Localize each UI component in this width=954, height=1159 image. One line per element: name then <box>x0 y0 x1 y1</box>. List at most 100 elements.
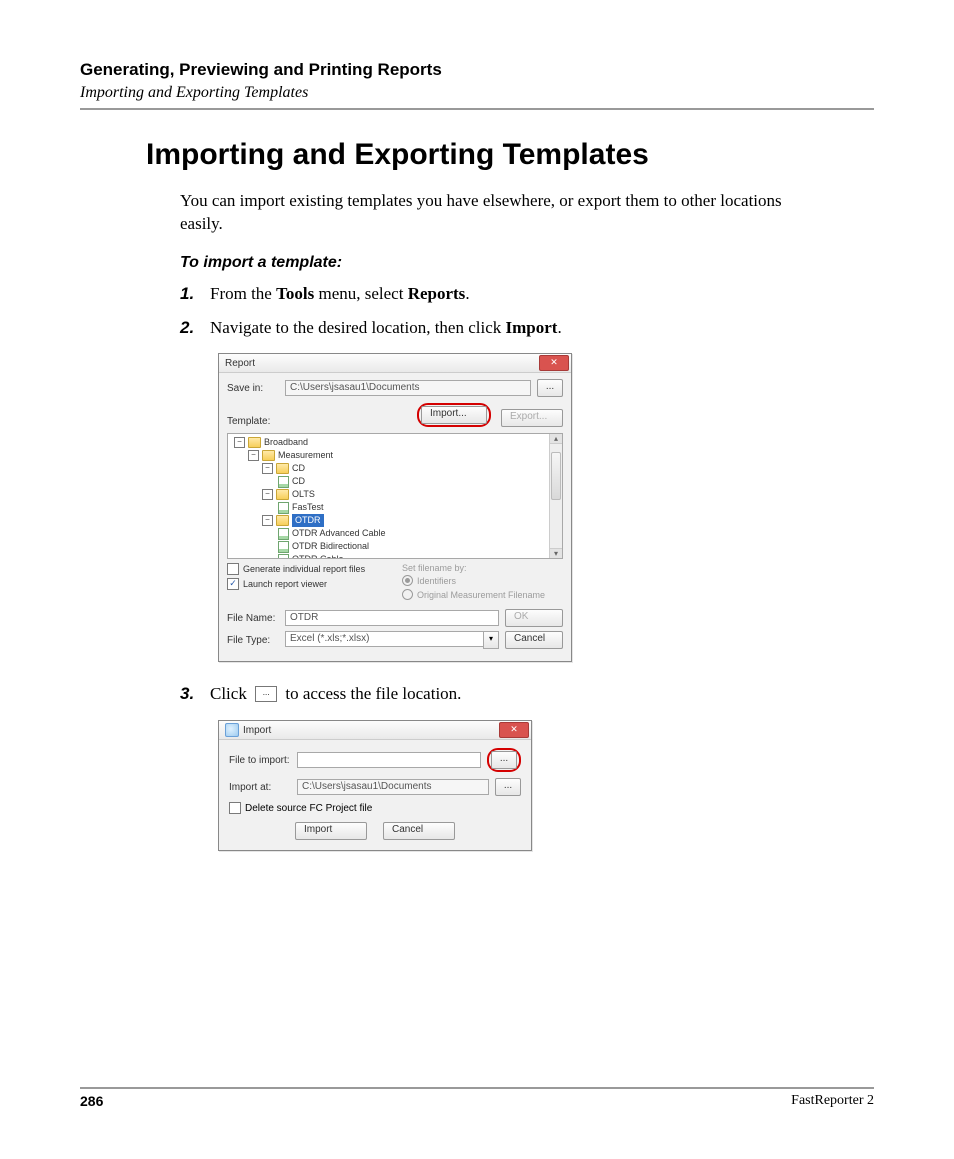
folder-icon <box>276 489 289 500</box>
file-to-import-field[interactable] <box>297 752 481 768</box>
report-icon <box>278 502 289 514</box>
chevron-down-icon[interactable]: ▾ <box>483 631 499 649</box>
delete-source-checkbox[interactable] <box>229 802 241 814</box>
file-name-field[interactable]: OTDR <box>285 610 499 626</box>
expander-icon[interactable]: − <box>262 489 273 500</box>
expander-icon[interactable]: − <box>234 437 245 448</box>
chapter-title: Generating, Previewing and Printing Repo… <box>80 60 874 80</box>
export-button[interactable]: Export... <box>501 409 563 427</box>
step2-post: . <box>557 318 561 337</box>
launch-viewer-checkbox[interactable]: ✓ <box>227 578 239 590</box>
tree-node-measurement[interactable]: Measurement <box>278 449 333 462</box>
step-number: 3. <box>180 684 210 704</box>
file-type-combo[interactable]: Excel (*.xls;*.xlsx) ▾ <box>285 631 499 649</box>
identifiers-label: Identifiers <box>417 576 456 586</box>
save-in-field[interactable]: C:\Users\jsasau1\Documents <box>285 380 531 396</box>
dialog-title: Import <box>243 725 499 736</box>
original-filename-radio[interactable] <box>402 589 413 600</box>
intro-paragraph: You can import existing templates you ha… <box>180 190 820 236</box>
report-icon <box>278 528 289 540</box>
import-button[interactable]: Import... <box>421 406 487 424</box>
footer-divider <box>80 1087 874 1089</box>
tree-leaf-fastest[interactable]: FasTest <box>292 501 324 514</box>
browse-import-at-button[interactable]: ... <box>495 778 521 796</box>
cancel-button[interactable]: Cancel <box>505 631 563 649</box>
browse-highlight-circle: ... <box>487 748 521 772</box>
generate-files-checkbox[interactable] <box>227 563 239 575</box>
file-type-label: File Type: <box>227 635 279 646</box>
product-name: FastReporter 2 <box>791 1093 874 1109</box>
set-filename-title: Set filename by: <box>402 563 563 573</box>
folder-icon <box>248 437 261 448</box>
step-3: 3. Click ... to access the file location… <box>180 682 874 706</box>
step-2: 2. Navigate to the desired location, the… <box>180 316 874 340</box>
tree-node-otdr-selected[interactable]: OTDR <box>292 514 324 527</box>
tree-leaf-otdr-bidir[interactable]: OTDR Bidirectional <box>292 540 369 553</box>
header-divider <box>80 108 874 110</box>
step3-post: to access the file location. <box>281 684 461 703</box>
identifiers-radio[interactable] <box>402 575 413 586</box>
procedure-heading: To import a template: <box>180 254 874 272</box>
step1-post: . <box>465 284 469 303</box>
delete-source-label: Delete source FC Project file <box>245 803 372 814</box>
scrollbar-thumb[interactable] <box>551 452 561 500</box>
step-number: 2. <box>180 318 210 338</box>
step1-bold2: Reports <box>408 284 466 303</box>
step2-pre: Navigate to the desired location, then c… <box>210 318 506 337</box>
step1-mid: menu, select <box>314 284 407 303</box>
close-icon[interactable]: ✕ <box>539 355 569 371</box>
generate-files-label: Generate individual report files <box>243 564 365 574</box>
tree-node-cd[interactable]: CD <box>292 462 305 475</box>
step-number: 1. <box>180 284 210 304</box>
import-highlight-circle: Import... <box>417 403 491 427</box>
tree-leaf-otdr-cable[interactable]: OTDR Cable <box>292 553 344 559</box>
ok-button[interactable]: OK <box>505 609 563 627</box>
launch-viewer-label: Launch report viewer <box>243 579 327 589</box>
import-confirm-button[interactable]: Import <box>295 822 367 840</box>
template-label: Template: <box>227 416 279 427</box>
page-heading: Importing and Exporting Templates <box>146 138 874 172</box>
browse-file-button[interactable]: ... <box>491 751 517 769</box>
expander-icon[interactable]: − <box>248 450 259 461</box>
figure-import-dialog: Import ✕ File to import: ... Import at: … <box>218 720 874 851</box>
save-in-label: Save in: <box>227 383 279 394</box>
file-name-label: File Name: <box>227 613 279 624</box>
step1-bold1: Tools <box>276 284 314 303</box>
scrollbar[interactable] <box>549 434 562 558</box>
expander-icon[interactable]: − <box>262 463 273 474</box>
step1-pre: From the <box>210 284 276 303</box>
report-icon <box>278 541 289 553</box>
step-1: 1. From the Tools menu, select Reports. <box>180 282 874 306</box>
section-subtitle: Importing and Exporting Templates <box>80 84 874 102</box>
report-icon <box>278 476 289 488</box>
original-filename-label: Original Measurement Filename <box>417 590 545 600</box>
close-icon[interactable]: ✕ <box>499 722 529 738</box>
folder-icon <box>276 463 289 474</box>
folder-icon <box>262 450 275 461</box>
page-number: 286 <box>80 1093 103 1109</box>
report-dialog: Report ✕ Save in: C:\Users\jsasau1\Docum… <box>218 353 572 662</box>
file-type-value: Excel (*.xls;*.xlsx) <box>285 631 483 647</box>
expander-icon[interactable]: − <box>262 515 273 526</box>
figure-report-dialog: Report ✕ Save in: C:\Users\jsasau1\Docum… <box>218 353 874 662</box>
file-to-import-label: File to import: <box>229 755 291 766</box>
import-cancel-button[interactable]: Cancel <box>383 822 455 840</box>
step3-pre: Click <box>210 684 251 703</box>
tree-node-broadband[interactable]: Broadband <box>264 436 308 449</box>
tree-leaf-cd[interactable]: CD <box>292 475 305 488</box>
dialog-titlebar[interactable]: Report ✕ <box>219 354 571 373</box>
browse-save-in-button[interactable]: ... <box>537 379 563 397</box>
import-dialog: Import ✕ File to import: ... Import at: … <box>218 720 532 851</box>
import-at-label: Import at: <box>229 782 291 793</box>
browse-icon-inline: ... <box>255 686 277 702</box>
tree-leaf-otdr-adv[interactable]: OTDR Advanced Cable <box>292 527 386 540</box>
folder-icon <box>276 515 289 526</box>
report-icon <box>278 554 289 560</box>
step2-bold1: Import <box>506 318 558 337</box>
dialog-titlebar[interactable]: Import ✕ <box>219 721 531 740</box>
dialog-title: Report <box>225 358 539 369</box>
app-icon <box>225 723 239 737</box>
template-tree[interactable]: −Broadband −Measurement −CD CD −OLTS Fas… <box>227 433 563 559</box>
tree-node-olts[interactable]: OLTS <box>292 488 315 501</box>
import-at-field[interactable]: C:\Users\jsasau1\Documents <box>297 779 489 795</box>
